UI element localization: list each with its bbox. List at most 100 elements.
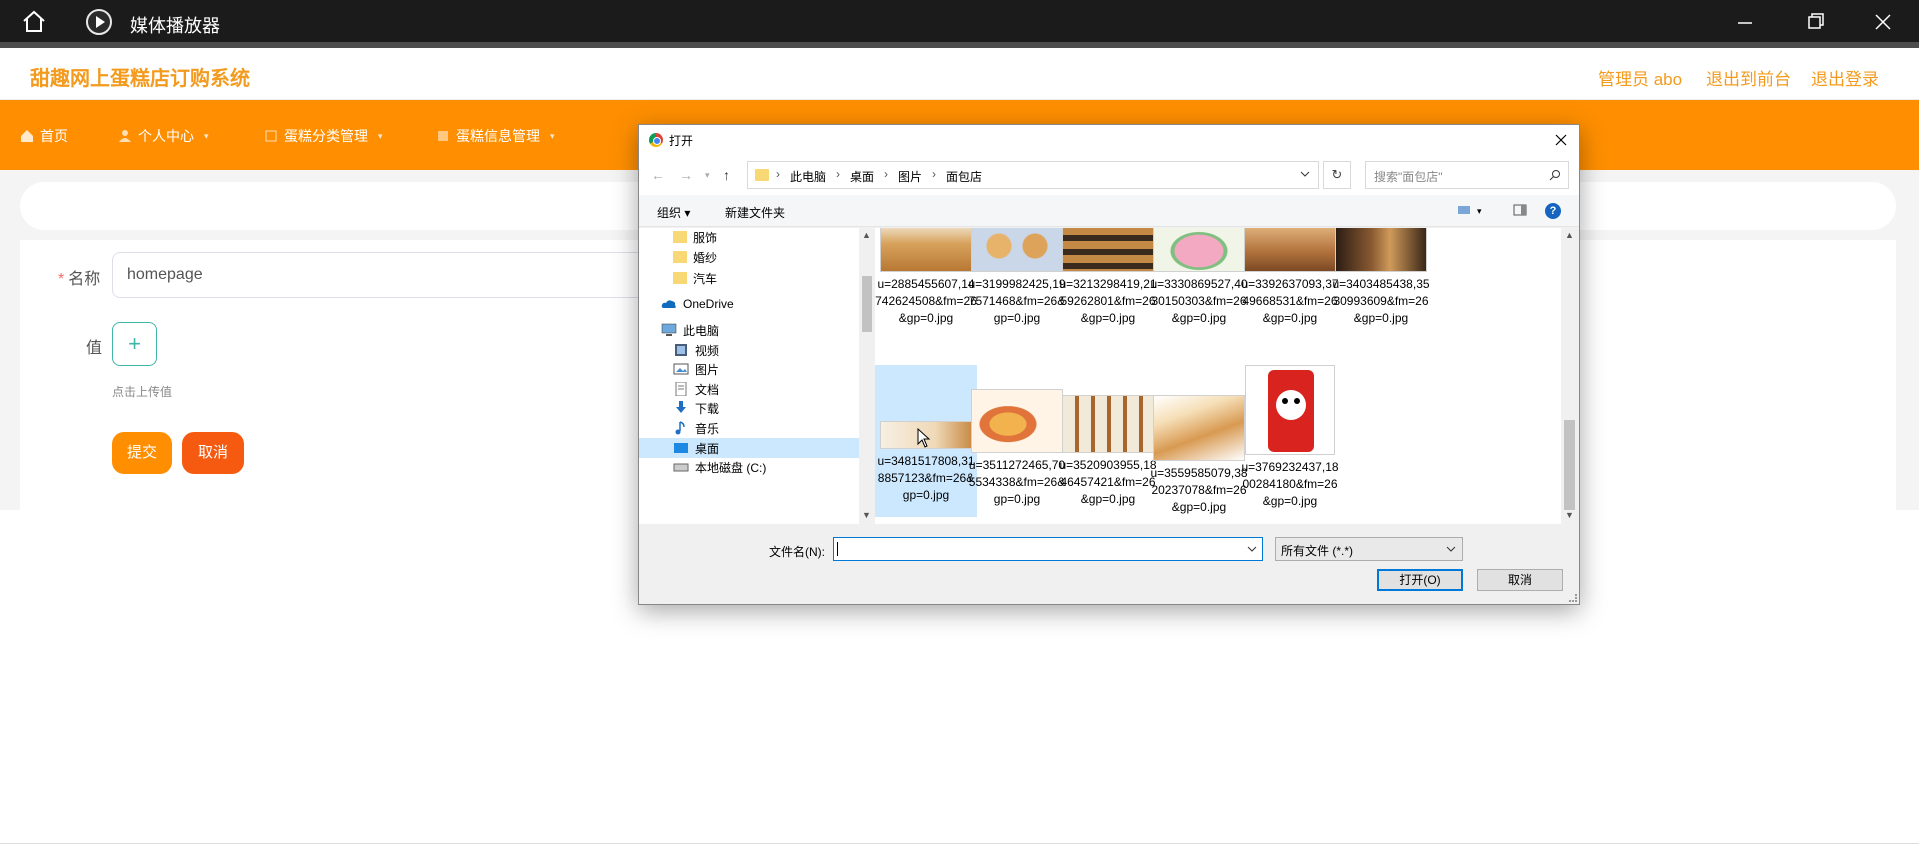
front-link[interactable]: 退出到前台 xyxy=(1706,65,1791,90)
file-thumbnail-cake xyxy=(1153,228,1245,272)
up-icon[interactable]: ↑ xyxy=(723,167,730,183)
file-name: u=3511272465,705534338&fm=26&gp=0.jpg xyxy=(968,458,1066,506)
drive-icon xyxy=(673,463,689,472)
text-caret xyxy=(837,542,838,556)
tree-item-videos[interactable]: 视频 xyxy=(673,340,719,360)
chevron-down-icon[interactable]: ▾ xyxy=(1477,206,1482,217)
file-item[interactable]: u=3199982425,197571468&fm=26&gp=0.jpg xyxy=(966,228,1068,327)
tree-item-pictures[interactable]: 图片 xyxy=(673,359,719,379)
computer-icon xyxy=(661,323,677,336)
tree-item-cars[interactable]: 汽车 xyxy=(673,268,717,288)
file-thumbnail-shop-display xyxy=(1062,228,1154,272)
file-name: u=3769232437,1800284180&fm=26&gp=0.jpg xyxy=(1241,460,1339,508)
nav-category[interactable]: 蛋糕分类管理 ▾ xyxy=(264,126,383,146)
restore-icon[interactable] xyxy=(1800,8,1830,36)
file-name: u=3199982425,197571468&fm=26&gp=0.jpg xyxy=(968,277,1066,325)
file-name: u=2885455607,14742624508&fm=26&gp=0.jpg xyxy=(875,277,977,325)
chevron-down-icon: ▾ xyxy=(550,130,555,141)
grid-scrollbar[interactable]: ▲ ▼ xyxy=(1561,228,1578,524)
file-item[interactable]: u=3769232437,1800284180&fm=26&gp=0.jpg xyxy=(1239,365,1341,510)
tree-item-clothing[interactable]: 服饰 xyxy=(673,228,717,247)
upload-button[interactable]: + xyxy=(112,322,157,366)
address-bar[interactable]: › 此电脑 › 桌面 › 图片 › 面包店 xyxy=(747,161,1319,189)
file-item[interactable]: u=3330869527,4030150303&fm=26&gp=0.jpg xyxy=(1148,228,1250,327)
help-icon[interactable]: ? xyxy=(1545,203,1561,219)
file-item[interactable]: u=3213298419,2159262801&fm=26&gp=0.jpg xyxy=(1057,228,1159,327)
nav-label: 蛋糕分类管理 xyxy=(284,128,368,144)
cancel-button[interactable]: 取消 xyxy=(182,432,244,474)
open-button[interactable]: 打开(O) xyxy=(1377,569,1463,591)
home-icon xyxy=(21,130,33,142)
scroll-thumb[interactable] xyxy=(1564,420,1575,510)
search-input[interactable]: 搜索"面包店" xyxy=(1365,161,1569,189)
tree-item-downloads[interactable]: 下载 xyxy=(673,398,719,418)
tree-item-wedding[interactable]: 婚纱 xyxy=(673,247,717,267)
submit-button[interactable]: 提交 xyxy=(112,432,172,474)
search-placeholder: 搜索"面包店" xyxy=(1374,170,1443,184)
file-item-selected[interactable]: u=3481517808,318857123&fm=26&gp=0.jpg xyxy=(875,365,977,517)
dialog-cancel-button[interactable]: 取消 xyxy=(1477,569,1563,591)
forward-icon[interactable]: → xyxy=(679,167,693,183)
preview-pane-icon[interactable] xyxy=(1513,203,1527,217)
close-icon[interactable] xyxy=(1551,130,1571,150)
file-thumbnail-toast xyxy=(1153,395,1245,461)
file-item[interactable]: u=3511272465,705534338&fm=26&gp=0.jpg xyxy=(966,365,1068,508)
breadcrumb-item[interactable]: 面包店 xyxy=(946,168,982,185)
new-folder-button[interactable]: 新建文件夹 xyxy=(725,204,785,221)
nav-cake-info[interactable]: 蛋糕信息管理 ▾ xyxy=(436,126,555,146)
breadcrumb-item[interactable]: 图片 xyxy=(898,168,922,185)
scroll-up-icon[interactable]: ▲ xyxy=(1565,230,1574,240)
name-input[interactable]: homepage xyxy=(112,252,672,298)
chevron-right-icon: › xyxy=(776,167,780,181)
tree-item-desktop[interactable]: 桌面 xyxy=(639,438,859,458)
chevron-down-icon[interactable] xyxy=(1300,169,1310,179)
resize-grip[interactable] xyxy=(1569,594,1577,602)
file-name: u=3213298419,2159262801&fm=26&gp=0.jpg xyxy=(1059,277,1157,325)
scroll-down-icon[interactable]: ▼ xyxy=(1565,510,1574,520)
back-icon[interactable]: ← xyxy=(651,167,665,183)
minimize-icon[interactable] xyxy=(1730,8,1760,36)
nav-home[interactable]: 首页 xyxy=(20,126,68,146)
logout-link[interactable]: 退出登录 xyxy=(1811,65,1879,90)
cloud-icon xyxy=(661,300,676,308)
file-item[interactable]: u=3403485438,3530993609&fm=26&gp=0.jpg xyxy=(1330,228,1432,327)
folder-icon xyxy=(673,251,687,263)
view-icon[interactable] xyxy=(1457,203,1471,217)
file-thumbnail-buns xyxy=(971,228,1063,272)
chevron-down-icon: ▾ xyxy=(204,130,209,141)
breadcrumb-item[interactable]: 此电脑 xyxy=(790,168,826,185)
tree-scrollbar[interactable]: ▲ ▼ xyxy=(859,228,875,524)
breadcrumb-item[interactable]: 桌面 xyxy=(850,168,874,185)
tree-item-this-pc[interactable]: 此电脑 xyxy=(661,320,719,340)
scroll-down-icon[interactable]: ▼ xyxy=(862,510,871,520)
file-name: u=3392637093,3749668531&fm=26&gp=0.jpg xyxy=(1241,277,1339,325)
file-item[interactable]: u=3520903955,1846457421&fm=26&gp=0.jpg xyxy=(1057,365,1159,508)
close-icon[interactable] xyxy=(1868,8,1898,36)
upload-hint: 点击上传值 xyxy=(112,385,173,399)
tree-item-documents[interactable]: 文档 xyxy=(673,379,719,399)
file-thumbnail-interior xyxy=(1335,228,1427,272)
scroll-up-icon[interactable]: ▲ xyxy=(862,230,871,240)
tree-item-onedrive[interactable]: OneDrive xyxy=(661,294,734,314)
scroll-thumb[interactable] xyxy=(862,276,872,332)
file-item[interactable]: u=3559585079,3820237078&fm=26&gp=0.jpg xyxy=(1148,365,1250,516)
tree-item-local-disk[interactable]: 本地磁盘 (C:) xyxy=(673,457,766,477)
file-item[interactable]: u=2885455607,14742624508&fm=26&gp=0.jpg xyxy=(875,228,977,327)
divider xyxy=(0,843,1919,844)
home-icon[interactable] xyxy=(20,10,48,34)
nav-profile[interactable]: 个人中心 ▾ xyxy=(118,126,209,146)
chevron-down-icon xyxy=(1446,546,1456,552)
tree-item-music[interactable]: 音乐 xyxy=(673,418,719,438)
dialog-title: 打开 xyxy=(669,134,694,148)
chevron-down-icon[interactable]: ▾ xyxy=(705,170,710,181)
file-item[interactable]: u=3392637093,3749668531&fm=26&gp=0.jpg xyxy=(1239,228,1341,327)
filetype-select[interactable]: 所有文件 (*.*) xyxy=(1275,537,1463,561)
file-thumbnail-drink-can xyxy=(1245,365,1335,455)
organize-button[interactable]: 组织 ▾ xyxy=(657,204,690,221)
address-row: ← → ▾ ↑ › 此电脑 › 桌面 › 图片 › 面包店 ↻ 搜索"面包店" xyxy=(639,155,1579,195)
nav-label: 首页 xyxy=(40,128,68,144)
filename-input[interactable] xyxy=(833,537,1263,561)
chevron-right-icon: › xyxy=(884,167,888,181)
refresh-icon[interactable]: ↻ xyxy=(1323,161,1351,189)
chevron-down-icon[interactable] xyxy=(1247,544,1257,554)
